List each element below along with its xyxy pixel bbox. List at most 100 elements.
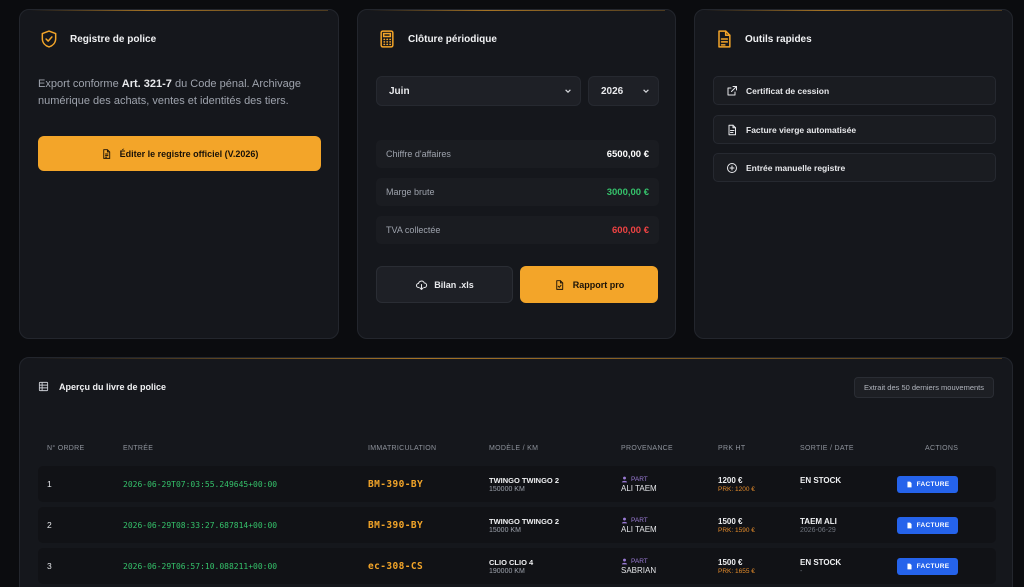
year-select[interactable]: 2026 [588, 76, 659, 106]
prov-type-label: PART [631, 475, 648, 483]
row-exit: EN STOCK - [800, 466, 841, 502]
facture-button[interactable]: FACTURE [897, 475, 958, 493]
header-actions: ACTIONS [925, 445, 959, 452]
outils-title: Outils rapides [745, 33, 812, 45]
row-entry: 2026-06-29T08:33:27.687814+00:00 [123, 520, 278, 530]
stat-label: TVA collectée [386, 225, 441, 235]
cloture-header: Clôture périodique [376, 28, 497, 50]
document-icon [102, 148, 110, 159]
header-entry: ENTRÉE [123, 445, 154, 452]
price-ht: 1500 € [718, 557, 743, 567]
exit-status: TAEM ALI [800, 516, 837, 526]
row-model: CLIO CLIO 4 190000 KM [489, 548, 533, 584]
row-exit: TAEM ALI 2026-06-29 [800, 507, 837, 543]
tool-label: Certificat de cession [746, 85, 830, 96]
tool-certificat-cession[interactable]: Certificat de cession [713, 76, 996, 105]
facture-label: FACTURE [916, 521, 950, 529]
row-order: 1 [47, 479, 52, 489]
prov-name: ALI TAEM [621, 524, 657, 534]
registre-header: Registre de police [38, 28, 156, 50]
document-icon [713, 28, 735, 50]
prov-name: SABRIAN [621, 565, 657, 575]
row-provenance: PART ALI TAEM [621, 507, 657, 543]
shield-check-icon [38, 28, 60, 50]
prov-type-label: PART [631, 516, 648, 524]
tool-entree-manuelle[interactable]: Entrée manuelle registre [713, 153, 996, 182]
bilan-label: Bilan .xls [434, 279, 474, 290]
prov-type-label: PART [631, 557, 648, 565]
facture-button[interactable]: FACTURE [897, 557, 958, 575]
exit-status: EN STOCK [800, 475, 842, 485]
table-header: N° ORDRE ENTRÉE IMMATRICULATION MODÈLE /… [38, 445, 996, 457]
tool-label: Facture vierge automatisée [746, 124, 857, 135]
facture-button[interactable]: FACTURE [897, 516, 958, 534]
livre-police-card: Aperçu du livre de police Extrait des 50… [19, 357, 1013, 587]
bilan-xls-button[interactable]: Bilan .xls [376, 266, 513, 303]
header-plate: IMMATRICULATION [368, 445, 437, 452]
row-plate: ec-308-CS [368, 560, 424, 572]
exit-status: EN STOCK [800, 557, 842, 567]
price-prk: PRK: 1590 € [718, 526, 755, 534]
exit-date: 2026-06-29 [800, 526, 836, 534]
price-prk: PRK: 1200 € [718, 485, 755, 493]
rapport-label: Rapport pro [572, 279, 625, 290]
chevron-down-icon [565, 89, 571, 94]
document-check-icon [556, 279, 563, 290]
header-exit: SORTIE / DATE [800, 445, 854, 452]
price-prk: PRK: 1655 € [718, 567, 755, 575]
row-action: FACTURE [897, 507, 958, 543]
row-action: FACTURE [897, 548, 958, 584]
row-plate: BM-390-BY [368, 478, 424, 490]
table-row: 1 2026-06-29T07:03:55.249645+00:00 BM-39… [38, 466, 996, 502]
registre-card: Registre de police Export conforme Art. … [19, 9, 339, 339]
header-prov: PROVENANCE [621, 445, 674, 452]
prov-type: PART [621, 558, 656, 565]
rapport-pro-button[interactable]: Rapport pro [520, 266, 658, 303]
row-price: 1500 € PRK: 1590 € [718, 507, 755, 543]
facture-label: FACTURE [916, 480, 950, 488]
facture-label: FACTURE [916, 562, 950, 570]
document-icon [728, 124, 736, 135]
row-plate: BM-390-BY [368, 519, 424, 531]
stat-value: 3000,00 € [606, 186, 649, 198]
livre-title: Aperçu du livre de police [59, 381, 167, 392]
row-model: TWINGO TWINGO 2 150000 KM [489, 466, 559, 502]
stat-value: 600,00 € [612, 224, 649, 236]
row-provenance: PART ALI TAEM [621, 466, 657, 502]
user-icon [621, 558, 628, 564]
row-price: 1500 € PRK: 1655 € [718, 548, 755, 584]
document-icon [907, 522, 912, 528]
table-row: 2 2026-06-29T08:33:27.687814+00:00 BM-39… [38, 507, 996, 543]
user-icon [621, 476, 628, 482]
model-km: 150000 KM [489, 485, 525, 493]
prov-type: PART [621, 476, 657, 483]
price-ht: 1500 € [718, 516, 743, 526]
model-name: TWINGO TWINGO 2 [489, 475, 559, 485]
cloture-card: Clôture périodique Juin 2026 Chiffre d'a… [357, 9, 676, 339]
edit-registre-button[interactable]: Éditer le registre officiel (V.2026) [38, 136, 321, 171]
header-model: MODÈLE / KM [489, 445, 539, 452]
chevron-down-icon [643, 89, 649, 94]
model-name: TWINGO TWINGO 2 [489, 516, 559, 526]
stat-label: Chiffre d'affaires [386, 149, 451, 159]
row-order: 3 [47, 561, 52, 571]
stat-value: 6500,00 € [606, 148, 649, 160]
header-order: N° ORDRE [47, 445, 85, 452]
row-action: FACTURE [897, 466, 958, 502]
outils-header: Outils rapides [713, 28, 812, 50]
document-icon [907, 563, 912, 569]
registre-description: Export conforme Art. 321-7 du Code pénal… [38, 78, 301, 107]
outils-card: Outils rapides Certificat de cession Fac… [694, 9, 1013, 339]
month-select[interactable]: Juin [376, 76, 581, 106]
document-icon [907, 481, 912, 487]
price-ht: 1200 € [718, 475, 743, 485]
tool-facture-vierge[interactable]: Facture vierge automatisée [713, 115, 996, 144]
row-entry: 2026-06-29T06:57:10.088211+00:00 [123, 561, 278, 571]
edit-registre-label: Éditer le registre officiel (V.2026) [119, 148, 259, 159]
calculator-icon [376, 28, 398, 50]
row-entry: 2026-06-29T07:03:55.249645+00:00 [123, 479, 278, 489]
extract-badge: Extrait des 50 derniers mouvements [853, 377, 994, 398]
model-km: 190000 KM [489, 567, 525, 575]
year-value: 2026 [601, 85, 624, 97]
prov-type: PART [621, 517, 657, 524]
